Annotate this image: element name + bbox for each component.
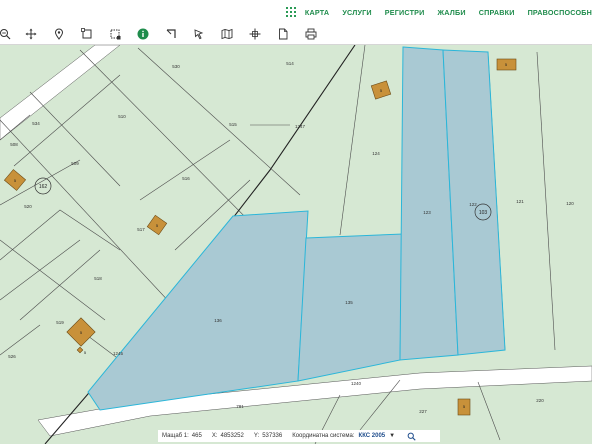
parcel-label: 121 [516,199,524,204]
parcel-label: 520 [24,204,32,209]
location-pin-icon[interactable] [52,27,66,41]
scale-readout: Мащаб 1: 465 [162,433,202,439]
parcel-label: 510 [118,114,126,119]
print-icon[interactable] [304,27,318,41]
y-value: 537336 [262,433,283,439]
parcel-label: 518 [94,276,102,281]
menu-item-references[interactable]: СПРАВКИ [479,8,515,17]
menu-item-legal-capacity[interactable]: ПРАВОСПОСОБН [528,8,592,17]
crs-value[interactable]: ККС 2005 [359,433,386,439]
parcel-label: 136 [214,318,222,323]
parcel-label: 1247 [295,124,306,129]
parcel-label: 530 [172,64,180,69]
parcel-label: 526 [8,354,16,359]
crs-selector[interactable]: Координатна система: ККС 2005 ▼ [292,433,395,439]
building-label: 5 [84,350,87,355]
status-bar: Мащаб 1: 465 X: 4853252 Y: 537336 Коорди… [158,430,440,442]
chevron-down-icon[interactable]: ▼ [389,433,395,439]
parcel-label: 135 [345,300,353,305]
map-toolbar [0,24,592,45]
select-polygon-icon[interactable] [108,27,122,41]
parcel-label: 122 [469,202,477,207]
select-area-icon[interactable] [80,27,94,41]
pan-icon[interactable] [24,27,38,41]
x-label: X: [211,433,218,439]
parcel-label: 514 [286,61,294,66]
marker-label: 162 [39,184,48,190]
parcel-label: 508 [10,142,18,147]
parcel-label: 515 [229,122,237,127]
pointer-icon[interactable] [192,27,206,41]
parcel-label: 1240 [351,381,362,386]
parcel-label: 124 [372,151,380,156]
parcel-label: 120 [566,201,574,206]
crs-label: Координатна система: [292,433,355,439]
cadastral-map[interactable]: 162 103 5 5 5 5 5 5 5 530 514 534 510 51… [0,45,592,444]
parcel-label: 509 [71,161,79,166]
marker-label: 103 [479,210,488,216]
corner-icon[interactable] [164,27,178,41]
road-top-left [0,45,121,141]
map-layers-icon[interactable] [220,27,234,41]
scale-value[interactable]: 465 [192,433,202,439]
y-coordinate: Y: 537336 [254,433,282,439]
parcel-label: 781 [236,404,244,409]
parcel-label: 517 [137,227,145,232]
info-icon[interactable] [136,27,150,41]
building [76,346,84,354]
parcel-label: 1245 [113,351,124,356]
menu-item-map[interactable]: КАРТА [305,8,329,17]
apps-grid-icon[interactable] [285,7,296,17]
menu-item-services[interactable]: УСЛУГИ [342,8,371,17]
main-menu: КАРТА УСЛУГИ РЕГИСТРИ ЖАЛБИ СПРАВКИ ПРАВ… [285,0,592,24]
parcel-label: 516 [182,176,190,181]
x-value: 4853252 [220,433,244,439]
search-icon[interactable] [407,432,416,441]
scale-label: Мащаб 1: [162,433,189,439]
y-label: Y: [253,433,260,439]
parcel-136[interactable] [87,210,309,411]
map-canvas[interactable]: 162 103 5 5 5 5 5 5 5 530 514 534 510 51… [0,45,592,444]
document-icon[interactable] [276,27,290,41]
parcel-label: 534 [32,121,40,126]
parcel-135[interactable] [297,233,404,382]
parcel-label: 123 [423,210,431,215]
crosshair-icon[interactable] [248,27,262,41]
x-coordinate: X: 4853252 [212,433,244,439]
parcel-label: 227 [419,409,427,414]
parcel-label: 519 [56,320,64,325]
zoom-out-icon[interactable] [0,27,12,41]
menu-item-registers[interactable]: РЕГИСТРИ [385,8,425,17]
parcel-label: 220 [536,398,544,403]
menu-item-complaints[interactable]: ЖАЛБИ [438,8,466,17]
top-menu-bar: КАРТА УСЛУГИ РЕГИСТРИ ЖАЛБИ СПРАВКИ ПРАВ… [0,0,592,24]
